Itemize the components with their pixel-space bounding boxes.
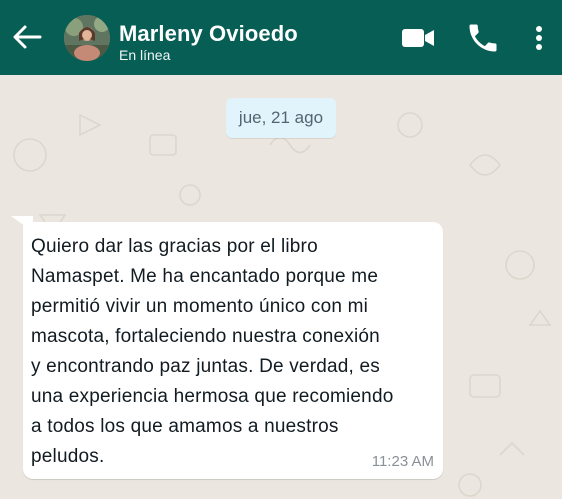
contact-name[interactable]: Marleny Ovioedo: [119, 21, 298, 47]
message-line: mascota, fortaleciendo nuestra conexión: [31, 326, 380, 347]
contact-status: En línea: [119, 47, 171, 63]
message-line: Namaspet. Me ha encantado porque me: [31, 266, 379, 287]
message-line: a todos los que amamos a nuestros: [31, 416, 339, 437]
avatar[interactable]: [64, 15, 110, 61]
message-line: Quiero dar las gracias por el libro: [31, 236, 318, 257]
chat-area[interactable]: jue, 21 ago Quiero dar las gracias por e…: [0, 75, 562, 499]
message-line: una experiencia hermosa que recomiendo: [31, 386, 394, 407]
message-timestamp: 11:23 AM: [371, 453, 434, 470]
phone-call-icon[interactable]: [465, 20, 501, 56]
more-options-icon[interactable]: [521, 20, 557, 56]
incoming-message-bubble[interactable]: Quiero dar las gracias por el libro Nama…: [23, 222, 443, 479]
chat-header: Marleny Ovioedo En línea: [0, 0, 562, 75]
message-line: permitió vivir un momento único con mi: [31, 296, 369, 317]
video-call-icon[interactable]: [400, 20, 436, 56]
message-text: Quiero dar las gracias por el libro Nama…: [31, 232, 431, 472]
message-line: y encontrando paz juntas. De verdad, es: [31, 356, 380, 377]
date-separator: jue, 21 ago: [226, 98, 336, 138]
back-arrow-icon[interactable]: [10, 20, 44, 54]
